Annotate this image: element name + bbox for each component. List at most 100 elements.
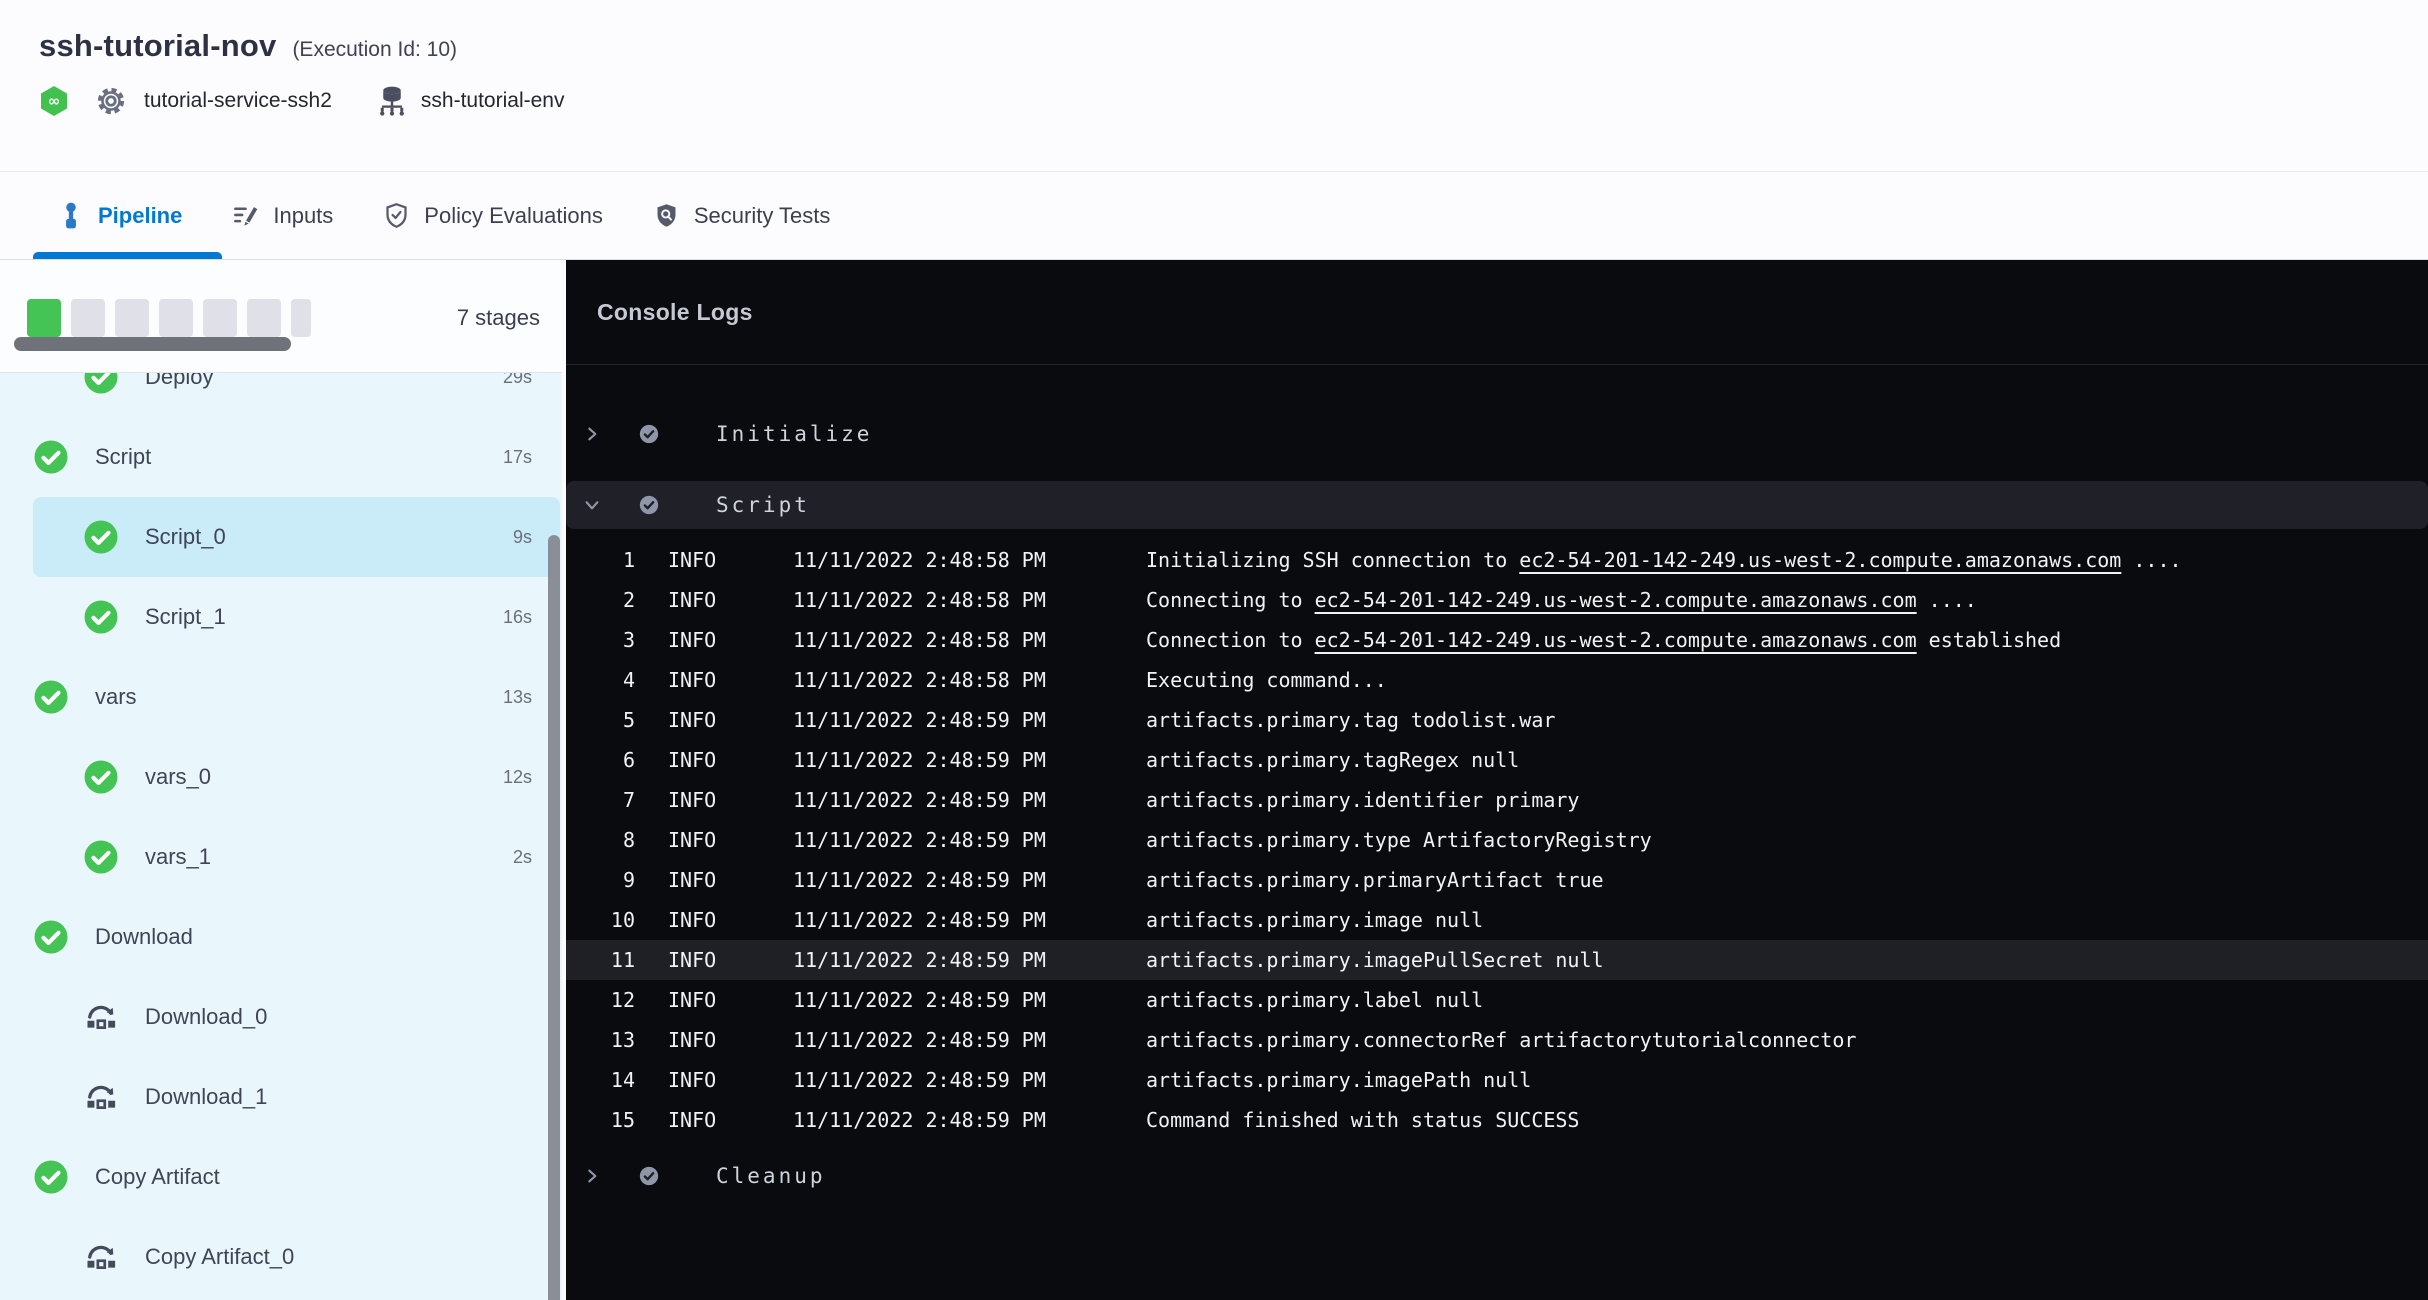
stage-row-vars-0[interactable]: vars_012s [0, 737, 562, 817]
stage-row-script[interactable]: Script17s [0, 417, 562, 497]
service-name[interactable]: tutorial-service-ssh2 [144, 89, 332, 113]
log-section-initialize[interactable]: Initialize [566, 410, 2428, 458]
service-gear-icon [94, 84, 128, 118]
log-level: INFO [635, 940, 793, 980]
stage-duration: 29s [503, 373, 532, 388]
step-group-icon [83, 999, 119, 1035]
log-line-2[interactable]: 2INFO11/11/2022 2:48:58 PMConnecting to … [566, 580, 2428, 620]
log-message: artifacts.primary.type ArtifactoryRegist… [1146, 820, 2428, 860]
log-message: Executing command... [1146, 660, 2428, 700]
stage-row-vars[interactable]: vars13s [0, 657, 562, 737]
stage-segment-pending [159, 299, 193, 337]
section-name: Initialize [716, 422, 872, 446]
log-line-number: 13 [566, 1020, 635, 1060]
stage-sidebar: 7 stages Deploy29sScript17sScript_09sScr… [0, 260, 562, 1300]
log-message: Initializing SSH connection to ec2-54-20… [1146, 540, 2428, 580]
log-timestamp: 11/11/2022 2:48:59 PM [793, 940, 1146, 980]
log-line-9[interactable]: 9INFO11/11/2022 2:48:59 PMartifacts.prim… [566, 860, 2428, 900]
log-line-number: 11 [566, 940, 635, 980]
success-check-icon [83, 373, 119, 395]
vertical-scrollbar[interactable] [548, 535, 560, 1300]
log-level: INFO [635, 740, 793, 780]
stage-row-copy-artifact[interactable]: Copy Artifact [0, 1137, 562, 1217]
stage-row-download-1[interactable]: Download_1 [0, 1057, 562, 1137]
log-line-14[interactable]: 14INFO11/11/2022 2:48:59 PMartifacts.pri… [566, 1060, 2428, 1100]
log-line-10[interactable]: 10INFO11/11/2022 2:48:59 PMartifacts.pri… [566, 900, 2428, 940]
stage-label: Copy Artifact_0 [145, 1244, 532, 1270]
active-tab-underline [33, 252, 222, 259]
stage-segment-complete [27, 299, 61, 337]
log-line-number: 7 [566, 780, 635, 820]
stage-segment-pending [247, 299, 281, 337]
log-message: artifacts.primary.identifier primary [1146, 780, 2428, 820]
meta-row: ∞ tutorial-service-ssh2 ssh-tutor [39, 84, 2428, 118]
tab-pipeline[interactable]: Pipeline [58, 202, 182, 230]
log-line-number: 8 [566, 820, 635, 860]
tab-policy-evaluations[interactable]: Policy Evaluations [383, 202, 603, 229]
log-section-script[interactable]: Script [566, 481, 2428, 529]
log-message: artifacts.primary.imagePullSecret null [1146, 940, 2428, 980]
log-line-number: 5 [566, 700, 635, 740]
log-timestamp: 11/11/2022 2:48:59 PM [793, 700, 1146, 740]
log-line-7[interactable]: 7INFO11/11/2022 2:48:59 PMartifacts.prim… [566, 780, 2428, 820]
chevron-right-icon[interactable] [584, 1168, 600, 1184]
log-level: INFO [635, 620, 793, 660]
log-hostname-link[interactable]: ec2-54-201-142-249.us-west-2.compute.ama… [1519, 548, 2121, 572]
log-level: INFO [635, 580, 793, 620]
log-line-3[interactable]: 3INFO11/11/2022 2:48:58 PMConnection to … [566, 620, 2428, 660]
log-message: artifacts.primary.label null [1146, 980, 2428, 1020]
log-hostname-link[interactable]: ec2-54-201-142-249.us-west-2.compute.ama… [1315, 628, 1917, 652]
chevron-right-icon[interactable] [584, 426, 600, 442]
stage-duration: 13s [503, 687, 532, 708]
stage-row-download[interactable]: Download [0, 897, 562, 977]
log-line-5[interactable]: 5INFO11/11/2022 2:48:59 PMartifacts.prim… [566, 700, 2428, 740]
success-check-icon [33, 679, 69, 715]
log-message: artifacts.primary.tagRegex null [1146, 740, 2428, 780]
log-timestamp: 11/11/2022 2:48:58 PM [793, 660, 1146, 700]
log-line-number: 10 [566, 900, 635, 940]
log-line-number: 1 [566, 540, 635, 580]
log-timestamp: 11/11/2022 2:48:59 PM [793, 740, 1146, 780]
log-line-12[interactable]: 12INFO11/11/2022 2:48:59 PMartifacts.pri… [566, 980, 2428, 1020]
log-line-1[interactable]: 1INFO11/11/2022 2:48:58 PMInitializing S… [566, 540, 2428, 580]
stage-row-vars-1[interactable]: vars_12s [0, 817, 562, 897]
page-title: ssh-tutorial-nov [39, 28, 276, 64]
stage-row-copy-artifact-0[interactable]: Copy Artifact_0 [0, 1217, 562, 1297]
log-line-11[interactable]: 11INFO11/11/2022 2:48:59 PMartifacts.pri… [566, 940, 2428, 980]
log-timestamp: 11/11/2022 2:48:59 PM [793, 820, 1146, 860]
log-section-cleanup[interactable]: Cleanup [566, 1152, 2428, 1200]
horizontal-scrollbar[interactable] [14, 337, 291, 351]
log-level: INFO [635, 900, 793, 940]
log-line-number: 3 [566, 620, 635, 660]
stage-row-script-1[interactable]: Script_116s [0, 577, 562, 657]
section-name: Script [716, 493, 810, 517]
stage-label: vars_1 [145, 844, 513, 870]
stage-row-download-0[interactable]: Download_0 [0, 977, 562, 1057]
log-message: artifacts.primary.tag todolist.war [1146, 700, 2428, 740]
log-level: INFO [635, 860, 793, 900]
log-level: INFO [635, 1020, 793, 1060]
log-line-number: 14 [566, 1060, 635, 1100]
log-line-4[interactable]: 4INFO11/11/2022 2:48:58 PMExecuting comm… [566, 660, 2428, 700]
log-line-8[interactable]: 8INFO11/11/2022 2:48:59 PMartifacts.prim… [566, 820, 2428, 860]
chevron-down-icon[interactable] [584, 497, 600, 513]
stage-label: Script [95, 444, 503, 470]
log-level: INFO [635, 820, 793, 860]
stage-segment-pending [203, 299, 237, 337]
step-success-badge-icon [638, 1165, 660, 1187]
log-line-number: 15 [566, 1100, 635, 1140]
content-area: 7 stages Deploy29sScript17sScript_09sScr… [0, 260, 2428, 1300]
tab-inputs[interactable]: Inputs [232, 202, 333, 229]
stage-row-script-0[interactable]: Script_09s [33, 497, 560, 577]
log-line-15[interactable]: 15INFO11/11/2022 2:48:59 PMCommand finis… [566, 1100, 2428, 1140]
stage-duration: 2s [513, 847, 532, 868]
log-line-6[interactable]: 6INFO11/11/2022 2:48:59 PMartifacts.prim… [566, 740, 2428, 780]
log-line-13[interactable]: 13INFO11/11/2022 2:48:59 PMartifacts.pri… [566, 1020, 2428, 1060]
stage-row-deploy[interactable]: Deploy29s [0, 373, 562, 417]
tab-security-tests[interactable]: Security Tests [653, 202, 831, 229]
log-hostname-link[interactable]: ec2-54-201-142-249.us-west-2.compute.ama… [1315, 588, 1917, 612]
log-level: INFO [635, 1060, 793, 1100]
step-success-badge-icon [638, 494, 660, 516]
stage-label: vars [95, 684, 503, 710]
environment-name[interactable]: ssh-tutorial-env [421, 89, 565, 113]
